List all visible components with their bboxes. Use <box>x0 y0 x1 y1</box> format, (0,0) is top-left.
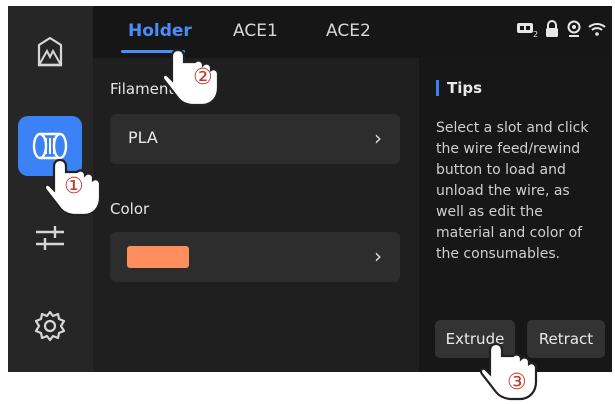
slot-settings-panel: Filament PLA › Color › <box>93 58 419 372</box>
extrude-button[interactable]: Extrude <box>435 320 515 358</box>
tips-text: Select a slot and click the wire feed/re… <box>436 120 589 262</box>
lock-icon <box>546 20 558 37</box>
ace-connected-icon: 2 <box>517 23 538 38</box>
sidebar-item-filament[interactable] <box>18 116 82 176</box>
printer-icon <box>37 36 63 67</box>
sliders-icon <box>36 226 64 250</box>
sidebar-item-settings[interactable] <box>18 296 82 356</box>
tab-ace1[interactable]: ACE1 <box>233 21 278 41</box>
main-area: Holder ACE1 ACE2 2 Filament PLA › Color … <box>93 6 612 372</box>
active-tab-indicator <box>121 50 185 53</box>
tab-ace2[interactable]: ACE2 <box>326 21 371 41</box>
color-label: Color <box>110 200 150 218</box>
retract-button[interactable]: Retract <box>527 320 605 358</box>
chevron-right-icon: › <box>374 126 382 150</box>
tab-holder[interactable]: Holder <box>128 21 192 41</box>
filament-value: PLA <box>128 128 158 147</box>
filament-label: Filament <box>110 80 175 98</box>
status-icons: 2 <box>516 20 606 38</box>
sidebar-item-adjust[interactable] <box>18 208 82 268</box>
color-select[interactable]: › <box>110 232 400 282</box>
filament-select[interactable]: PLA › <box>110 114 400 164</box>
printer-screen: Holder ACE1 ACE2 2 Filament PLA › Color … <box>8 6 612 372</box>
step-3-marker: ③ <box>507 370 527 395</box>
sidebar-item-printer[interactable] <box>18 22 82 82</box>
tab-bar: Holder ACE1 ACE2 2 <box>93 6 612 58</box>
svg-text:2: 2 <box>533 30 538 38</box>
camera-icon <box>567 20 581 37</box>
tips-title: Tips <box>436 80 482 96</box>
color-swatch <box>127 246 189 268</box>
gear-icon <box>34 310 66 342</box>
filament-spool-icon <box>32 132 68 160</box>
chevron-right-icon: › <box>374 244 382 268</box>
wifi-icon <box>588 23 606 36</box>
sidebar <box>8 6 93 372</box>
tips-panel: Tips Select a slot and click the wire fe… <box>419 58 612 372</box>
